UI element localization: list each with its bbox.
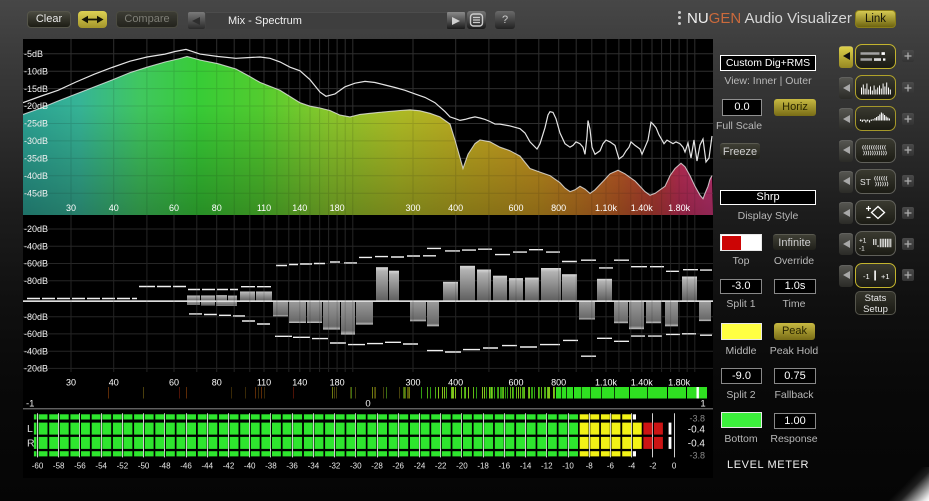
svg-text:1.40k: 1.40k	[631, 378, 654, 388]
svg-text:-26: -26	[392, 462, 404, 471]
svg-text:-80dB: -80dB	[24, 312, 48, 322]
svg-text:110: 110	[257, 378, 271, 388]
svg-text:-40dB: -40dB	[24, 241, 48, 251]
svg-text:-15dB: -15dB	[24, 84, 48, 94]
svg-text:80: 80	[212, 378, 222, 388]
svg-text:-40dB: -40dB	[24, 171, 48, 181]
svg-text:1.10k: 1.10k	[595, 203, 618, 213]
svg-text:800: 800	[551, 378, 566, 388]
svg-text:-20: -20	[456, 462, 468, 471]
svg-text:-14: -14	[520, 462, 532, 471]
svg-text:-36: -36	[286, 462, 298, 471]
svg-text:140: 140	[292, 378, 307, 388]
svg-text:-20dB: -20dB	[24, 364, 48, 374]
svg-text:600: 600	[508, 203, 523, 213]
svg-text:1.10k: 1.10k	[595, 378, 618, 388]
svg-text:-12: -12	[541, 462, 553, 471]
svg-text:-4: -4	[628, 462, 636, 471]
svg-text:-16: -16	[499, 462, 511, 471]
svg-text:-18: -18	[477, 462, 489, 471]
svg-text:180: 180	[330, 378, 345, 388]
svg-text:-1: -1	[26, 399, 34, 409]
svg-text:0: 0	[672, 462, 677, 471]
svg-text:-60dB: -60dB	[24, 259, 48, 269]
svg-text:140: 140	[292, 203, 307, 213]
svg-text:-10: -10	[562, 462, 574, 471]
svg-text:-60dB: -60dB	[24, 329, 48, 339]
svg-text:400: 400	[448, 203, 463, 213]
svg-text:300: 300	[405, 378, 420, 388]
svg-text:1.80k: 1.80k	[668, 203, 691, 213]
svg-text:180: 180	[330, 203, 345, 213]
svg-text:-50: -50	[138, 462, 150, 471]
svg-text:ST: ST	[860, 177, 871, 187]
svg-text:-2: -2	[649, 462, 657, 471]
svg-text:60: 60	[169, 378, 179, 388]
svg-text:-35dB: -35dB	[24, 154, 48, 164]
svg-text:+1: +1	[859, 238, 867, 245]
svg-text:L: L	[27, 423, 33, 435]
svg-text:-1: -1	[863, 272, 870, 281]
svg-text:-45dB: -45dB	[24, 189, 48, 199]
svg-text:-38: -38	[265, 462, 277, 471]
svg-text:300: 300	[405, 203, 420, 213]
svg-text:0: 0	[365, 399, 370, 409]
svg-text:-22: -22	[435, 462, 447, 471]
svg-text:-25dB: -25dB	[24, 119, 48, 129]
svg-text:-48: -48	[159, 462, 171, 471]
svg-text:-46: -46	[180, 462, 192, 471]
svg-text:-28: -28	[371, 462, 383, 471]
svg-text:-42: -42	[223, 462, 235, 471]
svg-text:60: 60	[169, 203, 179, 213]
svg-text:-60: -60	[32, 462, 44, 471]
svg-text:-3.8: -3.8	[689, 450, 705, 460]
svg-text:80: 80	[212, 203, 222, 213]
svg-text:-30: -30	[350, 462, 362, 471]
svg-text:-8: -8	[586, 462, 594, 471]
svg-text:-24: -24	[414, 462, 426, 471]
svg-text:600: 600	[508, 378, 523, 388]
svg-text:-32: -32	[329, 462, 341, 471]
svg-text:30: 30	[66, 378, 76, 388]
svg-text:-20dB: -20dB	[24, 224, 48, 234]
svg-text:-30dB: -30dB	[24, 136, 48, 146]
svg-text:40: 40	[109, 378, 119, 388]
svg-text:-44: -44	[202, 462, 214, 471]
svg-text:1.80k: 1.80k	[668, 378, 691, 388]
svg-text:-5dB: -5dB	[24, 49, 43, 59]
svg-text:-54: -54	[95, 462, 107, 471]
svg-text:-40: -40	[244, 462, 256, 471]
svg-text:-34: -34	[308, 462, 320, 471]
svg-text:-10dB: -10dB	[24, 66, 48, 76]
svg-text:1.40k: 1.40k	[631, 203, 654, 213]
svg-text:-20dB: -20dB	[24, 101, 48, 111]
svg-text:-58: -58	[53, 462, 65, 471]
svg-text:-3.8: -3.8	[689, 413, 705, 423]
svg-text:-40dB: -40dB	[24, 346, 48, 356]
svg-text:-56: -56	[74, 462, 86, 471]
svg-text:-6: -6	[607, 462, 615, 471]
svg-text:-52: -52	[117, 462, 129, 471]
svg-text:+1: +1	[881, 272, 890, 281]
svg-text:40: 40	[109, 203, 119, 213]
svg-text:800: 800	[551, 203, 566, 213]
svg-text:110: 110	[257, 203, 271, 213]
svg-text:-1: -1	[859, 246, 865, 253]
svg-text:-80dB: -80dB	[24, 276, 48, 286]
svg-text:30: 30	[66, 203, 76, 213]
svg-text:400: 400	[448, 378, 463, 388]
svg-text:R: R	[27, 437, 35, 449]
